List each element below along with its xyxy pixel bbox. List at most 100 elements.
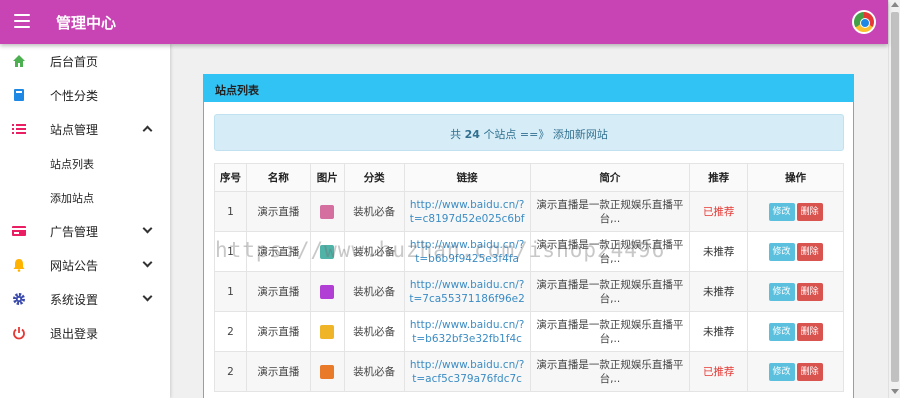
- book-icon: [14, 89, 24, 101]
- col-header-category: 分类: [343, 163, 405, 192]
- cell-actions: 修改 删除: [747, 351, 844, 392]
- table-row: 1 演示直播 装机必备 http://www.baidu.cn/?t=b6b9f…: [214, 231, 844, 272]
- app-title: 管理中心: [56, 14, 117, 32]
- cell-link[interactable]: http://www.baidu.cn/?t=7ca55371186f96e2: [403, 271, 531, 312]
- cell-image: [309, 351, 345, 392]
- col-header-intro: 简介: [529, 163, 691, 192]
- gear-icon: [13, 293, 25, 305]
- sidebar-subitem-label: 添加站点: [50, 192, 94, 205]
- cell-name: 演示直播: [245, 231, 311, 272]
- cell-name: 演示直播: [245, 351, 311, 392]
- sidebar-item-label: 网站公告: [50, 259, 99, 273]
- menu-icon[interactable]: [14, 14, 30, 28]
- sidebar-item-notices[interactable]: 网站公告: [0, 248, 170, 282]
- delete-button[interactable]: 删除: [796, 242, 823, 261]
- site-thumbnail[interactable]: [320, 204, 335, 219]
- cell-seq: 1: [214, 231, 247, 272]
- power-icon: [13, 327, 25, 340]
- scroll-up-icon[interactable]: [891, 2, 899, 7]
- col-header-image: 图片: [309, 163, 345, 192]
- chevron-down-icon: [142, 223, 153, 234]
- edit-button[interactable]: 修改: [768, 202, 795, 221]
- col-header-link: 链接: [403, 163, 531, 192]
- summary-prefix: 共: [450, 128, 462, 141]
- cell-link[interactable]: http://www.baidu.cn/?t=b632bf3e32fb1f4c: [403, 311, 531, 352]
- edit-button[interactable]: 修改: [768, 322, 795, 341]
- sidebar-subitem-site-list[interactable]: 站点列表: [0, 146, 170, 180]
- sidebar-subitem-label: 站点列表: [50, 158, 94, 171]
- cell-actions: 修改 删除: [747, 311, 844, 352]
- cell-recommend: 未推荐: [689, 271, 749, 312]
- col-header-seq: 序号: [214, 163, 247, 192]
- cell-category: 装机必备: [343, 351, 405, 392]
- edit-button[interactable]: 修改: [768, 362, 795, 381]
- sidebar-item-home[interactable]: 后台首页: [0, 44, 170, 78]
- table-row: 1 演示直播 装机必备 http://www.baidu.cn/?t=c8197…: [214, 191, 844, 232]
- cell-name: 演示直播: [245, 311, 311, 352]
- sidebar-item-sites[interactable]: 站点管理: [0, 112, 170, 146]
- cell-intro: 演示直播是一款正规娱乐直播平台,..: [529, 311, 691, 352]
- scroll-down-icon[interactable]: [891, 389, 899, 394]
- cell-image: [309, 311, 345, 352]
- delete-button[interactable]: 删除: [796, 362, 823, 381]
- cell-seq: 2: [214, 311, 247, 352]
- table-row: 1 演示直播 装机必备 http://www.baidu.cn/?t=7ca55…: [214, 271, 844, 312]
- sidebar-item-label: 站点管理: [50, 123, 99, 137]
- delete-button[interactable]: 删除: [796, 322, 823, 341]
- col-header-recommend: 推荐: [689, 163, 749, 192]
- scrollbar-thumb[interactable]: [891, 12, 899, 382]
- vertical-scrollbar[interactable]: [888, 0, 900, 398]
- cell-actions: 修改 删除: [747, 191, 844, 232]
- site-list-panel: 站点列表 共 24 个站点 ==》 添加新网站 序号 名称 图片 分类 链接 简…: [203, 74, 854, 398]
- card-icon: [12, 226, 26, 236]
- cell-link[interactable]: http://www.baidu.cn/?t=acf5c379a76fdc7c: [403, 351, 531, 392]
- site-thumbnail[interactable]: [320, 244, 335, 259]
- sidebar: 后台首页 个性分类 站点管理 站点列表 添加站点 广告管理 网站公告 系统设置 …: [0, 44, 170, 398]
- site-thumbnail[interactable]: [320, 324, 335, 339]
- site-thumbnail[interactable]: [320, 364, 335, 379]
- home-icon: [13, 55, 25, 67]
- cell-image: [309, 231, 345, 272]
- chevron-down-icon: [142, 291, 153, 302]
- site-table: 序号 名称 图片 分类 链接 简介 推荐 操作 1 演示直播 装机必备 http…: [214, 163, 844, 392]
- avatar[interactable]: [852, 10, 876, 34]
- chevron-up-icon: [142, 125, 153, 136]
- chevron-down-icon: [142, 257, 153, 268]
- edit-button[interactable]: 修改: [768, 242, 795, 261]
- sidebar-item-logout[interactable]: 退出登录: [0, 316, 170, 350]
- cell-actions: 修改 删除: [747, 271, 844, 312]
- delete-button[interactable]: 删除: [796, 202, 823, 221]
- top-bar: 管理中心: [0, 0, 888, 44]
- delete-button[interactable]: 删除: [796, 282, 823, 301]
- cell-recommend: 未推荐: [689, 311, 749, 352]
- panel-title: 站点列表: [204, 75, 853, 102]
- table-row: 2 演示直播 装机必备 http://www.baidu.cn/?t=b632b…: [214, 311, 844, 352]
- cell-intro: 演示直播是一款正规娱乐直播平台,..: [529, 271, 691, 312]
- table-header-row: 序号 名称 图片 分类 链接 简介 推荐 操作: [214, 163, 844, 192]
- sidebar-subitem-add-site[interactable]: 添加站点: [0, 180, 170, 214]
- edit-button[interactable]: 修改: [768, 282, 795, 301]
- cell-intro: 演示直播是一款正规娱乐直播平台,..: [529, 191, 691, 232]
- cell-recommend: 已推荐: [689, 351, 749, 392]
- site-count: 24: [464, 128, 480, 141]
- cell-seq: 2: [214, 351, 247, 392]
- cell-category: 装机必备: [343, 311, 405, 352]
- sidebar-item-ads[interactable]: 广告管理: [0, 214, 170, 248]
- site-thumbnail[interactable]: [320, 284, 335, 299]
- add-site-link[interactable]: 添加新网站: [553, 128, 608, 141]
- cell-category: 装机必备: [343, 231, 405, 272]
- col-header-actions: 操作: [747, 163, 844, 192]
- sidebar-item-label: 后台首页: [50, 55, 99, 69]
- sidebar-item-settings[interactable]: 系统设置: [0, 282, 170, 316]
- cell-actions: 修改 删除: [747, 231, 844, 272]
- cell-link[interactable]: http://www.baidu.cn/?t=b6b9f9425e3f4fa: [403, 231, 531, 272]
- cell-recommend: 已推荐: [689, 191, 749, 232]
- sidebar-item-label: 广告管理: [50, 225, 99, 239]
- summary-suffix: 个站点 ==》: [483, 128, 550, 141]
- cell-category: 装机必备: [343, 271, 405, 312]
- col-header-name: 名称: [245, 163, 311, 192]
- cell-link[interactable]: http://www.baidu.cn/?t=c8197d52e025c6bf: [403, 191, 531, 232]
- summary-bar: 共 24 个站点 ==》 添加新网站: [214, 114, 844, 151]
- sidebar-item-categories[interactable]: 个性分类: [0, 78, 170, 112]
- cell-seq: 1: [214, 271, 247, 312]
